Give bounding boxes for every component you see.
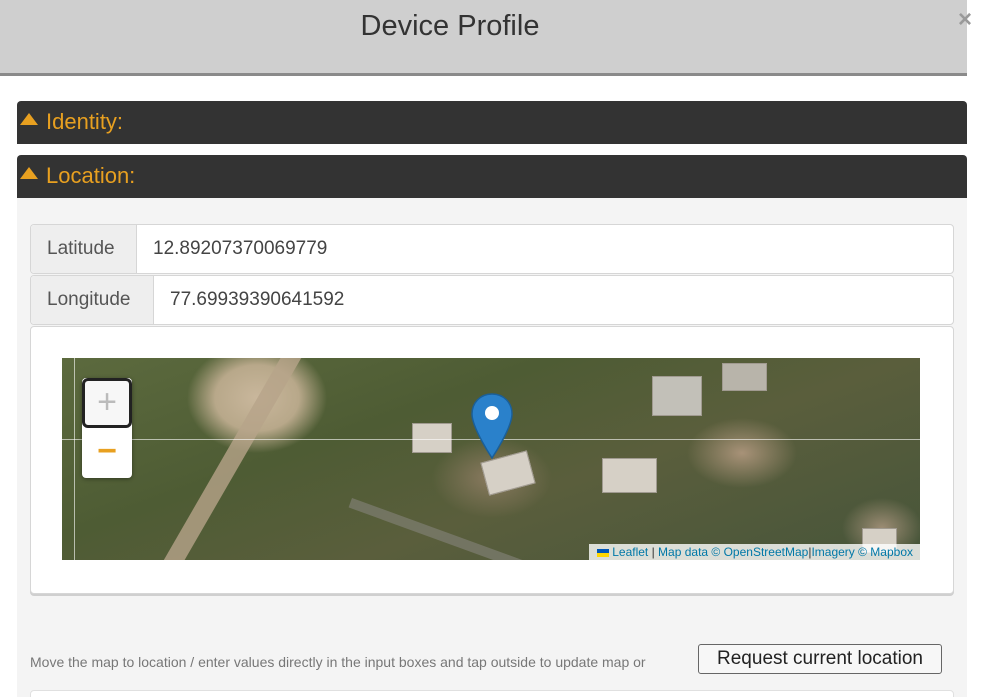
attribution-separator: | (648, 545, 659, 559)
map-card: + − Leaflet | Map data © OpenStreetMap|I… (30, 326, 954, 594)
leaflet-link[interactable]: Leaflet (612, 545, 648, 559)
map-pin-icon[interactable] (471, 393, 513, 459)
mapbox-link[interactable]: Imagery © Mapbox (811, 545, 913, 559)
map-help-text: Move the map to location / enter values … (30, 654, 646, 670)
map-building (652, 376, 702, 416)
latitude-label: Latitude (31, 225, 137, 273)
zoom-control: + − (82, 378, 132, 478)
map-road (348, 498, 597, 560)
map-building (722, 363, 767, 391)
zoom-out-button[interactable]: − (82, 428, 132, 478)
section-location[interactable]: Location: (17, 155, 967, 198)
latitude-group: Latitude (30, 224, 954, 274)
section-identity-label: Identity: (46, 109, 124, 134)
map-building (602, 458, 657, 493)
openstreetmap-link[interactable]: Map data © OpenStreetMap (658, 545, 808, 559)
satellite-map[interactable]: + − Leaflet | Map data © OpenStreetMap|I… (62, 358, 920, 560)
section-identity[interactable]: Identity: (17, 101, 967, 144)
map-crosshair-vertical (74, 358, 75, 560)
ukraine-flag-icon (597, 548, 610, 557)
longitude-input[interactable] (170, 276, 930, 324)
longitude-group: Longitude (30, 275, 954, 325)
location-panel: Latitude Longitude + − (17, 198, 967, 697)
dialog-header: Device Profile × (0, 0, 972, 76)
dialog-title: Device Profile (360, 10, 540, 42)
caret-up-icon (20, 167, 38, 179)
map-attribution: Leaflet | Map data © OpenStreetMap|Image… (589, 544, 920, 560)
map-building (412, 423, 452, 453)
section-location-label: Location: (46, 163, 136, 188)
next-card (30, 690, 954, 697)
caret-up-icon (20, 113, 38, 125)
map-road (162, 358, 308, 560)
latitude-input[interactable] (153, 225, 933, 273)
longitude-label: Longitude (31, 276, 154, 324)
zoom-in-button[interactable]: + (82, 378, 132, 428)
request-location-button[interactable]: Request current location (698, 644, 942, 674)
close-icon[interactable]: × (953, 8, 977, 32)
